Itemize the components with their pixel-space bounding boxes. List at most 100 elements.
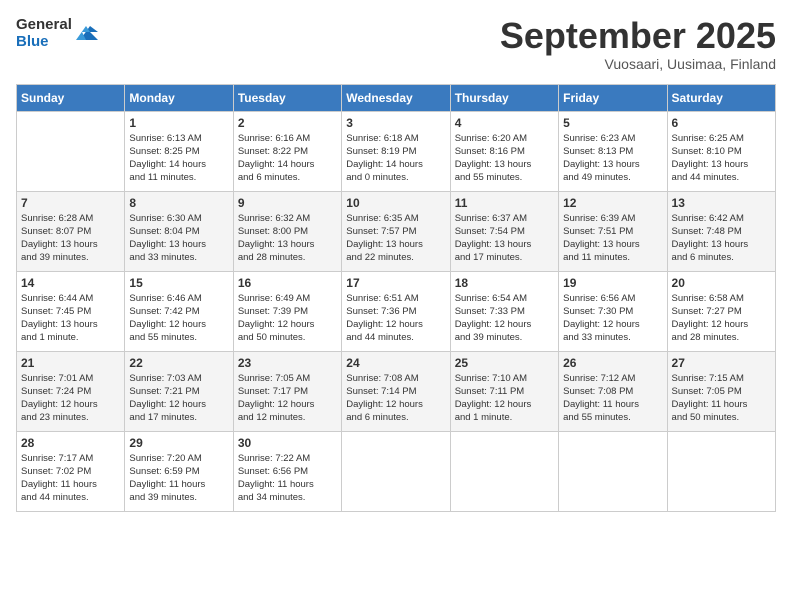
calendar-week-row: 14Sunrise: 6:44 AMSunset: 7:45 PMDayligh… — [17, 271, 776, 351]
day-number: 13 — [672, 196, 771, 210]
calendar-cell: 1 Sunrise: 6:13 AMSunset: 8:25 PMDaylight… — [125, 111, 233, 191]
calendar-cell: 12 Sunrise: 6:39 AMSunset: 7:51 PMDayligh… — [559, 191, 667, 271]
logo-icon — [76, 22, 98, 44]
day-of-week-header: Monday — [125, 84, 233, 111]
day-info: Sunrise: 7:22 AMSunset: 6:56 PMDaylight:… — [238, 452, 337, 505]
calendar-cell: 23 Sunrise: 7:05 AMSunset: 7:17 PMDayligh… — [233, 351, 341, 431]
calendar-cell: 3 Sunrise: 6:18 AMSunset: 8:19 PMDaylight… — [342, 111, 450, 191]
calendar-table: SundayMondayTuesdayWednesdayThursdayFrid… — [16, 84, 776, 512]
day-info: Sunrise: 6:46 AMSunset: 7:42 PMDaylight:… — [129, 292, 228, 345]
day-info: Sunrise: 6:49 AMSunset: 7:39 PMDaylight:… — [238, 292, 337, 345]
day-number: 18 — [455, 276, 554, 290]
day-info: Sunrise: 6:25 AMSunset: 8:10 PMDaylight:… — [672, 132, 771, 185]
calendar-cell: 14Sunrise: 6:44 AMSunset: 7:45 PMDayligh… — [17, 271, 125, 351]
day-number: 27 — [672, 356, 771, 370]
day-number: 19 — [563, 276, 662, 290]
day-of-week-header: Tuesday — [233, 84, 341, 111]
day-of-week-header: Sunday — [17, 84, 125, 111]
day-info: Sunrise: 7:10 AMSunset: 7:11 PMDaylight:… — [455, 372, 554, 425]
title-block: September 2025 Vuosaari, Uusimaa, Finlan… — [500, 16, 776, 72]
day-of-week-header: Wednesday — [342, 84, 450, 111]
day-info: Sunrise: 6:32 AMSunset: 8:00 PMDaylight:… — [238, 212, 337, 265]
day-info: Sunrise: 6:42 AMSunset: 7:48 PMDaylight:… — [672, 212, 771, 265]
calendar-cell: 26 Sunrise: 7:12 AMSunset: 7:08 PMDayligh… — [559, 351, 667, 431]
calendar-cell: 22Sunrise: 7:03 AMSunset: 7:21 PMDayligh… — [125, 351, 233, 431]
day-number: 24 — [346, 356, 445, 370]
calendar-cell: 11 Sunrise: 6:37 AMSunset: 7:54 PMDayligh… — [450, 191, 558, 271]
day-number: 25 — [455, 356, 554, 370]
day-number: 4 — [455, 116, 554, 130]
calendar-cell: 18 Sunrise: 6:54 AMSunset: 7:33 PMDayligh… — [450, 271, 558, 351]
day-info: Sunrise: 7:20 AMSunset: 6:59 PMDaylight:… — [129, 452, 228, 505]
calendar-cell: 8 Sunrise: 6:30 AMSunset: 8:04 PMDaylight… — [125, 191, 233, 271]
calendar-cell — [559, 431, 667, 511]
day-number: 17 — [346, 276, 445, 290]
day-number: 1 — [129, 116, 228, 130]
calendar-body: 1 Sunrise: 6:13 AMSunset: 8:25 PMDaylight… — [17, 111, 776, 511]
day-number: 16 — [238, 276, 337, 290]
day-number: 5 — [563, 116, 662, 130]
day-number: 9 — [238, 196, 337, 210]
day-number: 21 — [21, 356, 120, 370]
calendar-cell: 29Sunrise: 7:20 AMSunset: 6:59 PMDayligh… — [125, 431, 233, 511]
day-number: 26 — [563, 356, 662, 370]
month-title: September 2025 — [500, 16, 776, 56]
day-number: 23 — [238, 356, 337, 370]
day-info: Sunrise: 6:51 AMSunset: 7:36 PMDaylight:… — [346, 292, 445, 345]
day-of-week-header: Saturday — [667, 84, 775, 111]
day-info: Sunrise: 7:12 AMSunset: 7:08 PMDaylight:… — [563, 372, 662, 425]
calendar-cell: 7Sunrise: 6:28 AMSunset: 8:07 PMDaylight… — [17, 191, 125, 271]
calendar-cell: 27 Sunrise: 7:15 AMSunset: 7:05 PMDayligh… — [667, 351, 775, 431]
day-info: Sunrise: 6:44 AMSunset: 7:45 PMDaylight:… — [21, 292, 120, 345]
calendar-cell: 15 Sunrise: 6:46 AMSunset: 7:42 PMDayligh… — [125, 271, 233, 351]
calendar-cell: 24Sunrise: 7:08 AMSunset: 7:14 PMDayligh… — [342, 351, 450, 431]
calendar-cell: 16 Sunrise: 6:49 AMSunset: 7:39 PMDayligh… — [233, 271, 341, 351]
day-number: 3 — [346, 116, 445, 130]
calendar-cell: 13 Sunrise: 6:42 AMSunset: 7:48 PMDayligh… — [667, 191, 775, 271]
day-info: Sunrise: 6:28 AMSunset: 8:07 PMDaylight:… — [21, 212, 120, 265]
day-number: 22 — [129, 356, 228, 370]
day-info: Sunrise: 7:05 AMSunset: 7:17 PMDaylight:… — [238, 372, 337, 425]
day-info: Sunrise: 6:30 AMSunset: 8:04 PMDaylight:… — [129, 212, 228, 265]
day-info: Sunrise: 7:17 AMSunset: 7:02 PMDaylight:… — [21, 452, 120, 505]
calendar-cell: 25 Sunrise: 7:10 AMSunset: 7:11 PMDayligh… — [450, 351, 558, 431]
day-info: Sunrise: 6:23 AMSunset: 8:13 PMDaylight:… — [563, 132, 662, 185]
day-number: 12 — [563, 196, 662, 210]
day-of-week-header: Thursday — [450, 84, 558, 111]
day-info: Sunrise: 6:35 AMSunset: 7:57 PMDaylight:… — [346, 212, 445, 265]
day-info: Sunrise: 6:37 AMSunset: 7:54 PMDaylight:… — [455, 212, 554, 265]
day-number: 20 — [672, 276, 771, 290]
calendar-cell: 6Sunrise: 6:25 AMSunset: 8:10 PMDaylight… — [667, 111, 775, 191]
day-info: Sunrise: 6:20 AMSunset: 8:16 PMDaylight:… — [455, 132, 554, 185]
day-number: 11 — [455, 196, 554, 210]
day-info: Sunrise: 7:01 AMSunset: 7:24 PMDaylight:… — [21, 372, 120, 425]
calendar-cell: 19 Sunrise: 6:56 AMSunset: 7:30 PMDayligh… — [559, 271, 667, 351]
day-of-week-header: Friday — [559, 84, 667, 111]
day-info: Sunrise: 6:16 AMSunset: 8:22 PMDaylight:… — [238, 132, 337, 185]
calendar-cell: 9 Sunrise: 6:32 AMSunset: 8:00 PMDaylight… — [233, 191, 341, 271]
calendar-cell — [450, 431, 558, 511]
calendar-cell: 17 Sunrise: 6:51 AMSunset: 7:36 PMDayligh… — [342, 271, 450, 351]
calendar-cell: 30 Sunrise: 7:22 AMSunset: 6:56 PMDayligh… — [233, 431, 341, 511]
day-info: Sunrise: 7:15 AMSunset: 7:05 PMDaylight:… — [672, 372, 771, 425]
day-number: 15 — [129, 276, 228, 290]
day-number: 8 — [129, 196, 228, 210]
calendar-cell: 21 Sunrise: 7:01 AMSunset: 7:24 PMDayligh… — [17, 351, 125, 431]
day-info: Sunrise: 6:58 AMSunset: 7:27 PMDaylight:… — [672, 292, 771, 345]
day-info: Sunrise: 6:54 AMSunset: 7:33 PMDaylight:… — [455, 292, 554, 345]
calendar-cell: 2Sunrise: 6:16 AMSunset: 8:22 PMDaylight… — [233, 111, 341, 191]
day-info: Sunrise: 6:13 AMSunset: 8:25 PMDaylight:… — [129, 132, 228, 185]
day-number: 10 — [346, 196, 445, 210]
day-info: Sunrise: 6:56 AMSunset: 7:30 PMDaylight:… — [563, 292, 662, 345]
day-number: 30 — [238, 436, 337, 450]
page-header: General Blue September 2025 Vuosaari, Uu… — [16, 16, 776, 72]
day-info: Sunrise: 6:39 AMSunset: 7:51 PMDaylight:… — [563, 212, 662, 265]
calendar-cell: 4 Sunrise: 6:20 AMSunset: 8:16 PMDaylight… — [450, 111, 558, 191]
calendar-cell: 20 Sunrise: 6:58 AMSunset: 7:27 PMDayligh… — [667, 271, 775, 351]
calendar-week-row: 7Sunrise: 6:28 AMSunset: 8:07 PMDaylight… — [17, 191, 776, 271]
calendar-cell — [342, 431, 450, 511]
calendar-cell: 10 Sunrise: 6:35 AMSunset: 7:57 PMDayligh… — [342, 191, 450, 271]
calendar-cell: 5 Sunrise: 6:23 AMSunset: 8:13 PMDaylight… — [559, 111, 667, 191]
day-info: Sunrise: 6:18 AMSunset: 8:19 PMDaylight:… — [346, 132, 445, 185]
calendar-cell: 28Sunrise: 7:17 AMSunset: 7:02 PMDayligh… — [17, 431, 125, 511]
